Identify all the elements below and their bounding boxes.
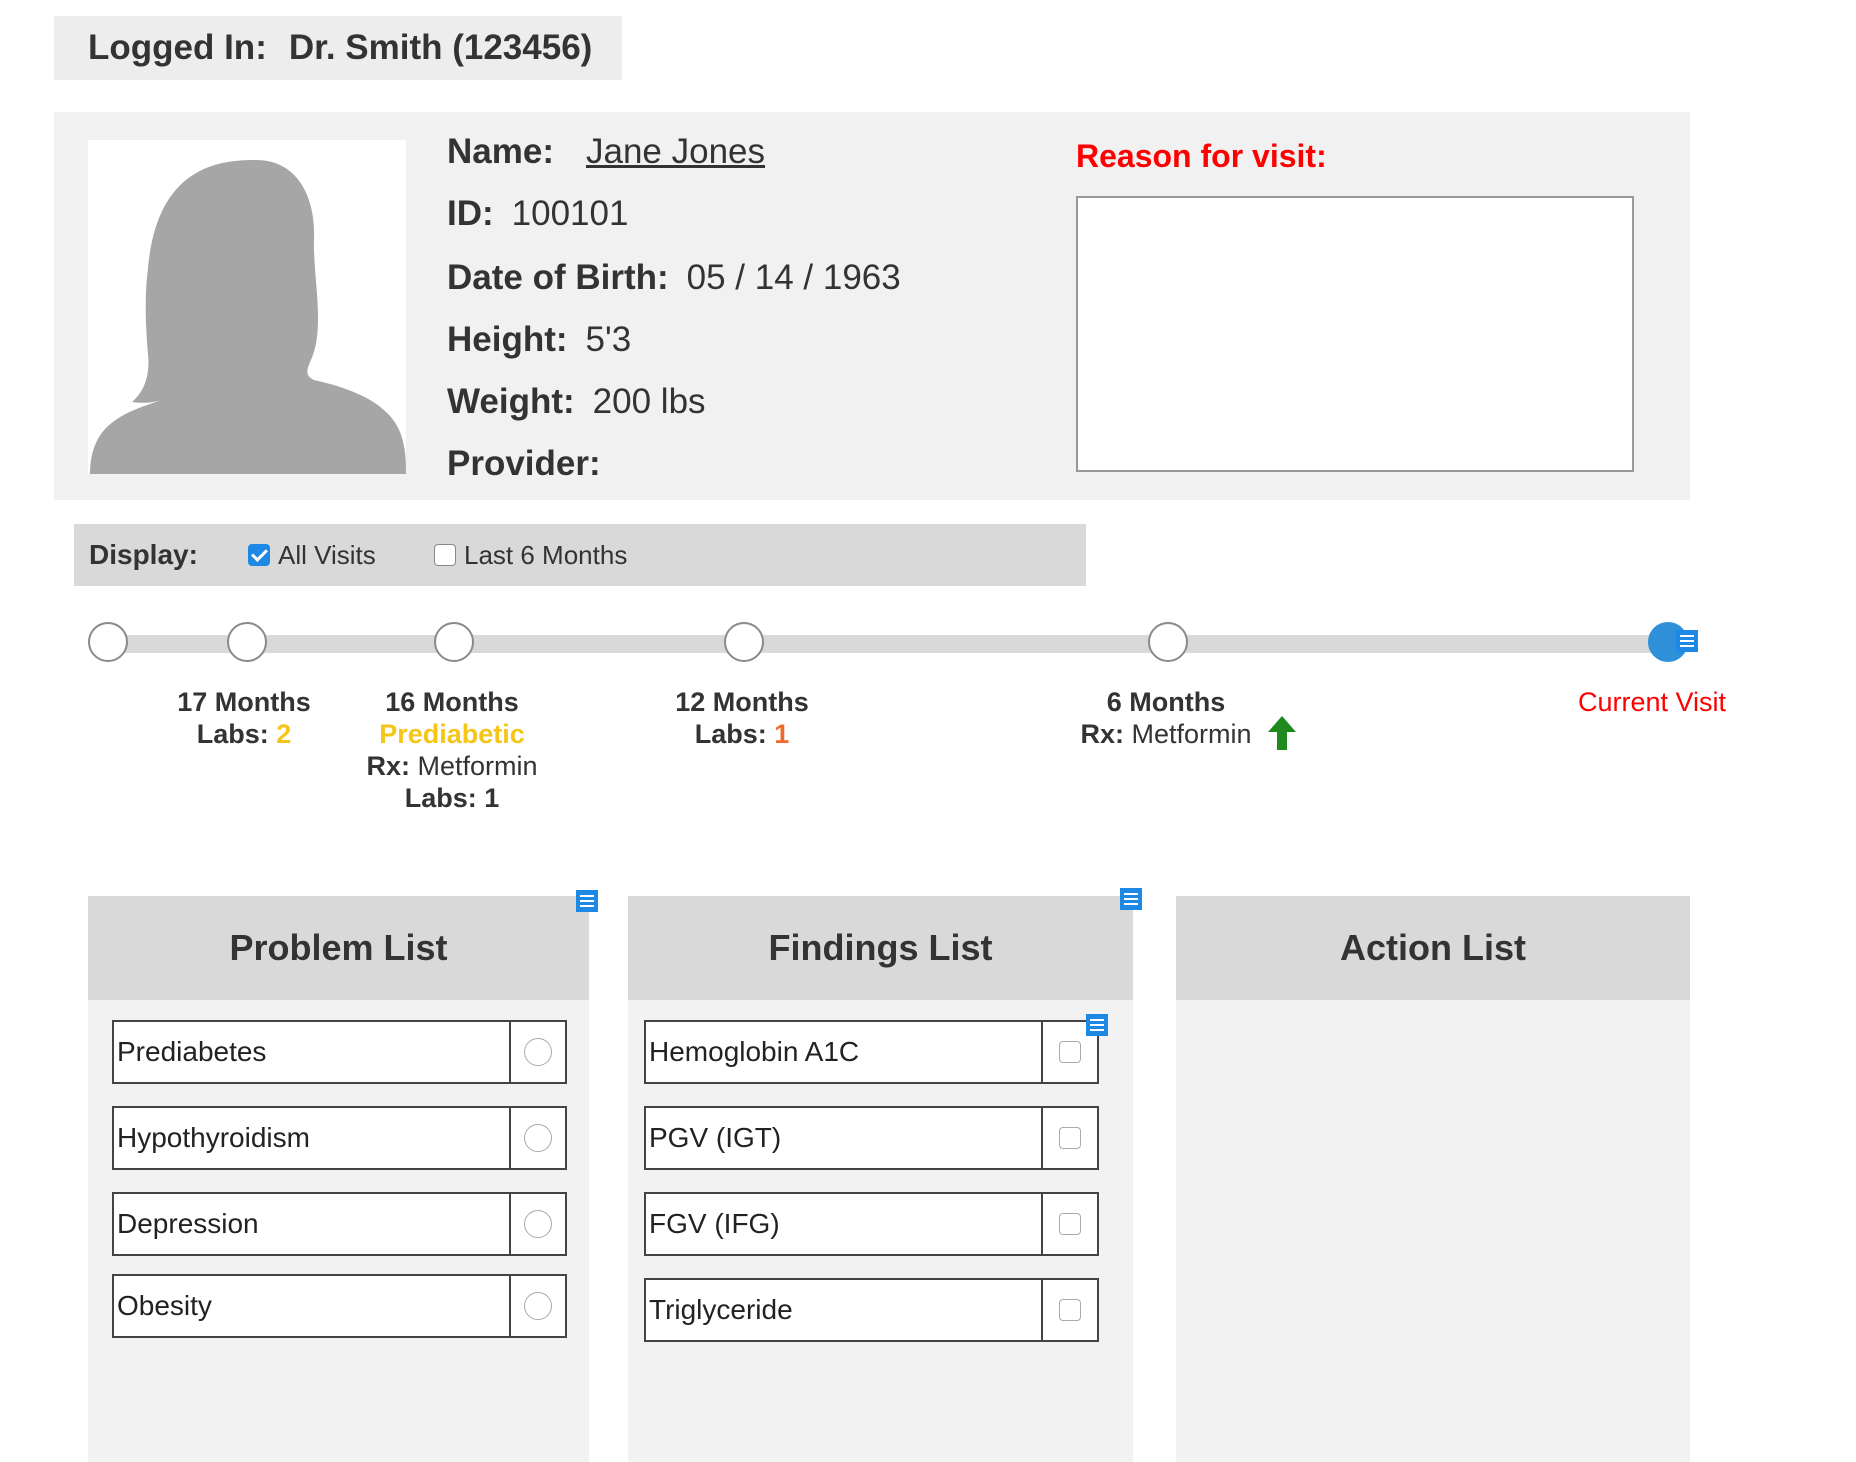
problem-radio[interactable]: [524, 1124, 552, 1152]
problem-list-title: Problem List: [88, 896, 589, 1000]
problem-item[interactable]: Obesity: [112, 1274, 567, 1338]
problem-item[interactable]: Depression: [112, 1192, 567, 1256]
finding-item[interactable]: Triglyceride: [644, 1278, 1099, 1342]
problem-item[interactable]: Prediabetes: [112, 1020, 567, 1084]
patient-provider-row: Provider:: [447, 444, 619, 484]
login-label: Logged In:: [88, 28, 267, 67]
visit-title: 6 Months: [1106, 687, 1226, 717]
problem-radio[interactable]: [524, 1292, 552, 1320]
labs-key: Labs:: [404, 783, 477, 813]
id-label: ID:: [447, 194, 494, 233]
timeline-track: [108, 635, 1678, 653]
last-6-months-checkbox[interactable]: [434, 544, 456, 567]
visit-title: 17 Months: [177, 687, 311, 717]
timeline-label-16-months: 16 Months Prediabetic Rx: Metformin Labs…: [366, 686, 537, 814]
patient-height-row: Height: 5'3: [447, 320, 631, 360]
finding-label: PGV (IGT): [649, 1122, 782, 1153]
last-6-months-option[interactable]: Last 6 Months: [434, 540, 627, 570]
rx-key: Rx:: [366, 751, 410, 781]
rx-value: Metformin: [1131, 719, 1252, 749]
problem-radio[interactable]: [524, 1038, 552, 1066]
patient-height: 5'3: [585, 320, 632, 359]
all-visits-checkbox[interactable]: [248, 544, 270, 567]
timeline-node-17-months[interactable]: [88, 622, 128, 662]
problem-list-menu-icon[interactable]: [576, 890, 598, 912]
timeline-label-current-visit: Current Visit: [1577, 687, 1727, 717]
problem-label: Hypothyroidism: [117, 1122, 310, 1153]
current-visit-notes-icon[interactable]: [1676, 630, 1698, 652]
finding-checkbox[interactable]: [1059, 1127, 1081, 1149]
patient-weight: 200 lbs: [592, 382, 706, 421]
finding-label: Hemoglobin A1C: [649, 1036, 860, 1067]
rx-key: Rx:: [1080, 719, 1124, 749]
person-silhouette-icon: [90, 160, 406, 474]
action-list-title: Action List: [1176, 896, 1690, 1000]
visit-title: 12 Months: [675, 687, 809, 717]
display-label: Display:: [89, 539, 198, 570]
finding-item[interactable]: FGV (IFG): [644, 1192, 1099, 1256]
finding-label: FGV (IFG): [649, 1208, 780, 1239]
patient-id-row: ID: 100101: [447, 194, 628, 234]
labs-key: Labs:: [196, 719, 269, 749]
visit-title: 16 Months: [385, 687, 519, 717]
timeline-node-6-months[interactable]: [724, 622, 764, 662]
labs-count: 2: [276, 719, 292, 749]
arrow-up-icon: [1268, 716, 1296, 750]
findings-list-panel: Findings List Hemoglobin A1C PGV (IGT) F…: [628, 896, 1133, 1462]
all-visits-label: All Visits: [278, 540, 376, 570]
timeline-node-12-months[interactable]: [434, 622, 474, 662]
dob-label: Date of Birth:: [447, 258, 669, 297]
finding-item[interactable]: PGV (IGT): [644, 1106, 1099, 1170]
findings-list-menu-icon[interactable]: [1120, 888, 1142, 910]
reason-for-visit-label: Reason for visit:: [1076, 138, 1327, 174]
weight-label: Weight:: [447, 382, 575, 421]
login-info: Logged In: Dr. Smith (123456): [88, 16, 592, 80]
labs-count: 1: [484, 783, 500, 813]
patient-name-row: Name: Jane Jones: [447, 132, 765, 172]
visit-status: Prediabetic: [379, 719, 525, 749]
timeline-node-6-months-b[interactable]: [1148, 622, 1188, 662]
login-bar: Logged In: Dr. Smith (123456): [54, 16, 622, 80]
timeline-label-12-months: 12 Months Labs: 1: [675, 686, 809, 750]
display-filter-bar: Display: All Visits Last 6 Months: [74, 524, 1086, 586]
labs-count: 1: [774, 719, 790, 749]
finding-item[interactable]: Hemoglobin A1C: [644, 1020, 1099, 1084]
timeline-label-6-months: 6 Months Rx: Metformin: [1080, 686, 1251, 750]
problem-label: Prediabetes: [117, 1036, 267, 1067]
provider-label: Provider:: [447, 444, 601, 483]
finding-label: Triglyceride: [649, 1294, 793, 1325]
logged-in-user: Dr. Smith (123456): [288, 28, 593, 67]
patient-dob: 05 / 14 / 1963: [686, 258, 901, 297]
findings-list-title: Findings List: [628, 896, 1133, 1000]
finding-checkbox[interactable]: [1059, 1213, 1081, 1235]
rx-value: Metformin: [417, 751, 538, 781]
height-label: Height:: [447, 320, 568, 359]
timeline-label-17-months: 17 Months Labs: 2: [177, 686, 311, 750]
finding-notes-icon[interactable]: [1086, 1014, 1108, 1036]
patient-name-link[interactable]: Jane Jones: [586, 132, 765, 171]
patient-card: Name: Jane Jones ID: 100101 Date of Birth:…: [54, 112, 1690, 500]
patient-dob-row: Date of Birth: 05 / 14 / 1963: [447, 258, 901, 298]
timeline-node-16-months[interactable]: [227, 622, 267, 662]
labs-key: Labs:: [694, 719, 767, 749]
problem-label: Depression: [117, 1208, 259, 1239]
all-visits-option[interactable]: All Visits: [248, 540, 376, 570]
patient-photo: [88, 140, 406, 474]
action-list-panel: Action List: [1176, 896, 1690, 1462]
problem-radio[interactable]: [524, 1210, 552, 1238]
patient-id: 100101: [511, 194, 629, 233]
name-label: Name:: [447, 132, 554, 171]
patient-weight-row: Weight: 200 lbs: [447, 382, 706, 422]
finding-checkbox[interactable]: [1059, 1041, 1081, 1063]
problem-label: Obesity: [117, 1290, 212, 1321]
problem-list-panel: Problem List Prediabetes Hypothyroidism …: [88, 896, 589, 1462]
problem-item[interactable]: Hypothyroidism: [112, 1106, 567, 1170]
last-6-months-label: Last 6 Months: [464, 540, 628, 570]
finding-checkbox[interactable]: [1059, 1299, 1081, 1321]
reason-for-visit-input[interactable]: [1076, 196, 1634, 472]
